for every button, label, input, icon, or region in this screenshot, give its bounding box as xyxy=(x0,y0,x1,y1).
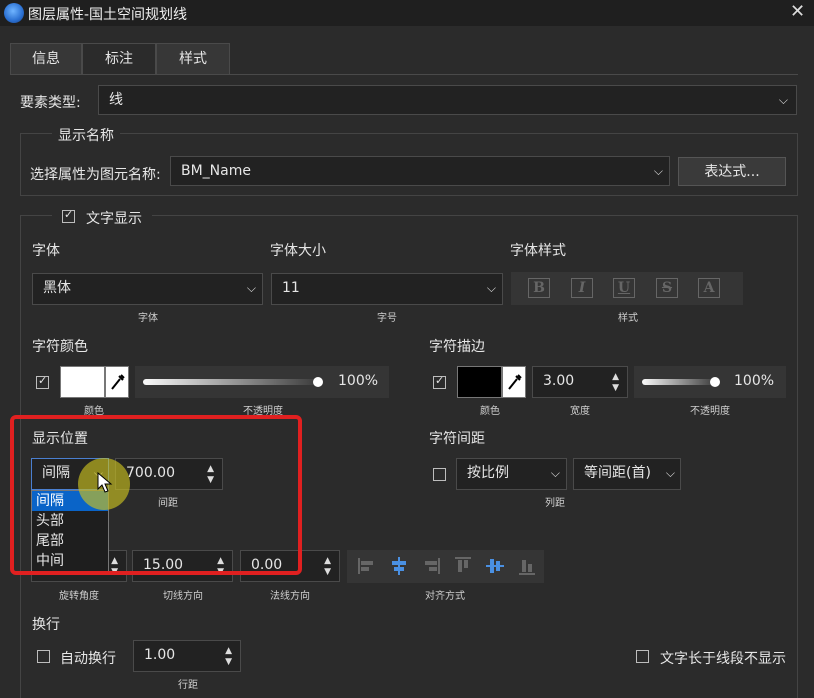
font-size-caption: 字号 xyxy=(377,313,397,324)
align-left-icon[interactable] xyxy=(357,556,377,576)
align-panel xyxy=(347,550,544,583)
align-right-icon[interactable] xyxy=(421,556,441,576)
feature-type-label: 要素类型: xyxy=(20,95,81,111)
name-field-select[interactable]: BM_Name ⌵ xyxy=(170,156,670,186)
app-logo-icon xyxy=(4,3,24,23)
chevron-down-icon: ⌵ xyxy=(778,93,788,107)
stroke-opacity-caption: 不透明度 xyxy=(690,406,730,417)
align-center-icon[interactable] xyxy=(389,556,409,576)
align-middle-icon[interactable] xyxy=(485,556,505,576)
font-size-label: 字体大小 xyxy=(270,243,326,259)
text-display-label: 文字显示 xyxy=(86,211,142,227)
spin-up-icon[interactable]: ▲ xyxy=(225,647,232,656)
spacing-type-select[interactable]: 等间距(首) ⌵ xyxy=(573,458,681,490)
tab-divider xyxy=(10,74,798,75)
line-spacing-spinbox[interactable]: 1.00 ▲ ▼ xyxy=(133,640,241,672)
align-top-icon[interactable] xyxy=(453,556,473,576)
name-field-label: 选择属性为图元名称: xyxy=(30,167,161,183)
close-icon[interactable]: ✕ xyxy=(790,1,805,22)
outline-icon[interactable]: A xyxy=(698,278,720,298)
strikethrough-icon[interactable]: S xyxy=(656,278,678,298)
chevron-down-icon: ⌵ xyxy=(653,164,663,178)
auto-wrap-checkbox[interactable] xyxy=(37,650,50,663)
stroke-checkbox[interactable] xyxy=(433,374,446,389)
font-opacity-value: 100% xyxy=(338,373,379,389)
window-title: 图层属性-国土空间规划线 xyxy=(28,7,188,23)
font-select[interactable]: 黑体 ⌵ xyxy=(32,273,263,305)
spacing-checkbox[interactable] xyxy=(433,468,446,481)
feature-type-select[interactable]: 线 ⌵ xyxy=(98,85,797,115)
font-value: 黑体 xyxy=(43,280,71,296)
spin-up-icon[interactable]: ▲ xyxy=(612,373,619,382)
eyedropper-icon[interactable] xyxy=(502,366,526,398)
font-color-label: 字符颜色 xyxy=(32,339,88,355)
font-caption: 字体 xyxy=(138,313,158,324)
stroke-width-value: 3.00 xyxy=(543,373,575,389)
stroke-opacity-slider[interactable]: 100% xyxy=(634,366,786,398)
feature-type-value: 线 xyxy=(109,92,123,108)
hide-long-checkbox[interactable] xyxy=(636,650,649,663)
tab-label[interactable]: 标注 xyxy=(82,43,156,75)
display-name-group-label: 显示名称 xyxy=(52,125,120,145)
eyedropper-icon[interactable] xyxy=(105,366,129,398)
spin-up-icon[interactable]: ▲ xyxy=(324,557,331,566)
tab-info[interactable]: 信息 xyxy=(10,43,82,74)
slider-knob[interactable] xyxy=(710,377,720,387)
font-label: 字体 xyxy=(32,243,60,259)
line-spacing-caption: 行距 xyxy=(178,680,198,691)
bold-icon[interactable]: B xyxy=(528,278,550,298)
chevron-down-icon: ⌵ xyxy=(665,466,675,480)
spacing-caption: 列距 xyxy=(545,498,565,509)
rotation-caption: 旋转角度 xyxy=(59,591,99,602)
align-bottom-icon[interactable] xyxy=(517,556,537,576)
stroke-width-caption: 宽度 xyxy=(570,406,590,417)
stroke-label: 字符描边 xyxy=(429,339,485,355)
expression-button[interactable]: 表达式... xyxy=(678,157,786,186)
spacing-mode-value: 按比例 xyxy=(467,465,509,481)
stroke-opacity-value: 100% xyxy=(734,373,775,389)
spin-down-icon[interactable]: ▼ xyxy=(225,658,232,667)
tab-style[interactable]: 样式 xyxy=(156,43,230,74)
highlight-rectangle xyxy=(10,415,302,575)
font-opacity-slider[interactable]: 100% xyxy=(135,366,389,398)
text-display-checkbox[interactable] xyxy=(62,208,75,223)
spacing-mode-select[interactable]: 按比例 ⌵ xyxy=(456,458,567,490)
font-style-panel: B I U S A xyxy=(511,272,743,305)
stroke-width-spinbox[interactable]: 3.00 ▲ ▼ xyxy=(532,366,628,398)
font-style-caption: 样式 xyxy=(618,313,638,324)
line-spacing-value: 1.00 xyxy=(144,647,176,663)
stroke-color-swatch[interactable] xyxy=(457,366,502,398)
font-color-swatch[interactable] xyxy=(60,366,105,398)
stroke-color-caption: 颜色 xyxy=(480,406,500,417)
chevron-down-icon: ⌵ xyxy=(246,281,256,295)
font-size-value: 11 xyxy=(282,280,300,296)
spacing-label: 字符间距 xyxy=(429,431,485,447)
chevron-down-icon: ⌵ xyxy=(550,466,560,480)
tangent-caption: 切线方向 xyxy=(163,591,203,602)
font-size-select[interactable]: 11 ⌵ xyxy=(271,273,503,305)
align-caption: 对齐方式 xyxy=(425,591,465,602)
spin-down-icon[interactable]: ▼ xyxy=(324,568,331,577)
spacing-type-value: 等间距(首) xyxy=(584,465,651,481)
name-field-value: BM_Name xyxy=(181,163,251,179)
hide-long-label: 文字长于线段不显示 xyxy=(660,651,786,667)
wrap-label: 换行 xyxy=(32,617,60,633)
slider-knob[interactable] xyxy=(313,377,323,387)
font-style-label: 字体样式 xyxy=(510,243,566,259)
chevron-down-icon: ⌵ xyxy=(486,281,496,295)
spin-down-icon[interactable]: ▼ xyxy=(612,384,619,393)
font-color-checkbox[interactable] xyxy=(36,374,49,389)
italic-icon[interactable]: I xyxy=(571,278,593,298)
underline-icon[interactable]: U xyxy=(613,278,635,298)
normal-caption: 法线方向 xyxy=(270,591,310,602)
auto-wrap-label: 自动换行 xyxy=(60,651,116,667)
